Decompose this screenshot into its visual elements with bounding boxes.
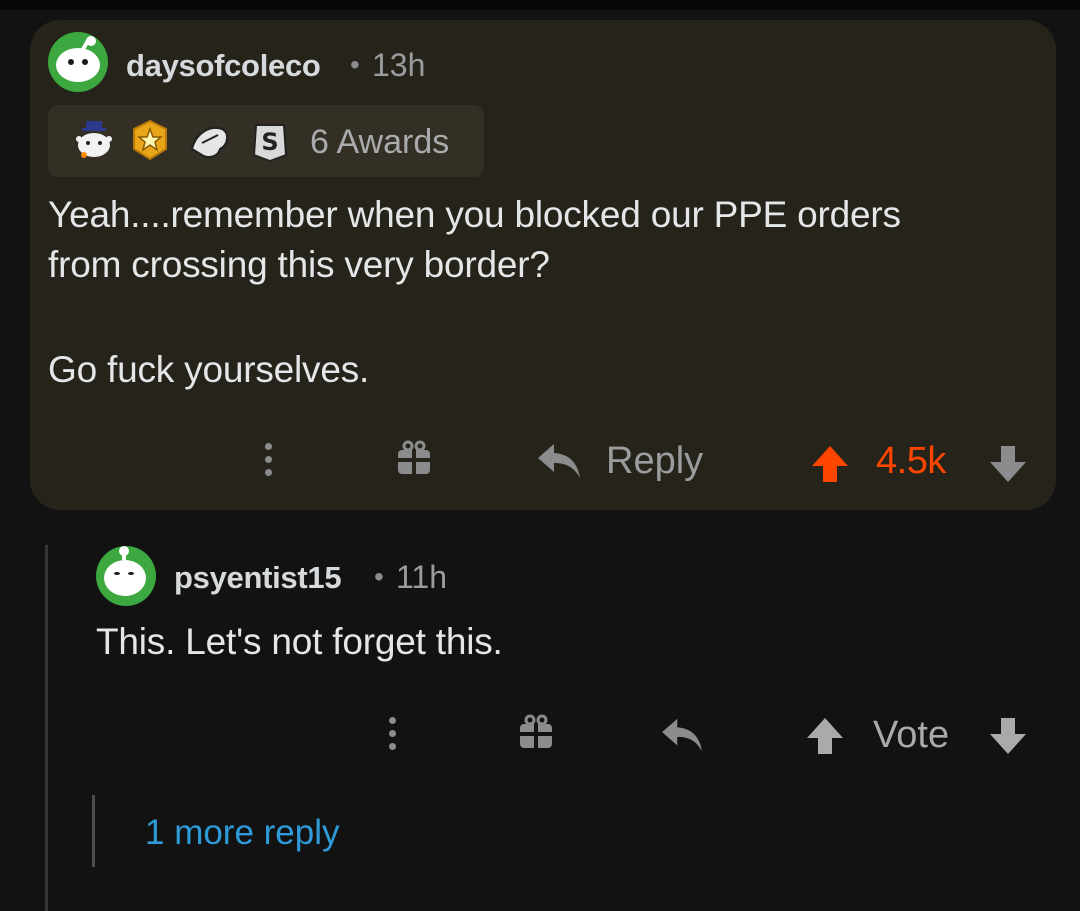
awards-count: 6 Awards — [310, 123, 450, 161]
user-avatar[interactable] — [48, 32, 108, 92]
comment-timestamp: 13h — [372, 47, 426, 83]
meta-separator: • — [350, 49, 360, 80]
awards-bar[interactable]: S 6 Awards — [48, 105, 484, 177]
silver-award-icon: S — [252, 124, 288, 163]
reply-arrow-icon[interactable] — [536, 442, 582, 480]
comment-author[interactable]: daysofcoleco — [126, 48, 321, 84]
svg-text:S: S — [261, 128, 278, 156]
comment-body-line: Yeah....remember when you blocked our PP… — [48, 194, 901, 235]
comment-body-line: Go fuck yourselves. — [48, 349, 370, 390]
gift-icon[interactable] — [396, 440, 432, 476]
comment-body-line: from crossing this very border? — [48, 244, 550, 285]
more-options-icon[interactable] — [389, 717, 396, 756]
wholesome-award-icon — [76, 121, 112, 158]
upvote-arrow-icon[interactable] — [805, 716, 845, 756]
thread-line[interactable] — [45, 545, 48, 911]
highlighted-comment: daysofcoleco • 13h S 6 Awards Yeah....re… — [30, 20, 1056, 510]
status-bar-strip — [0, 0, 1080, 10]
comment-body: This. Let's not forget this. — [96, 621, 503, 662]
meta-separator: • — [374, 561, 384, 592]
more-replies-link[interactable]: 1 more reply — [145, 813, 340, 853]
downvote-arrow-icon[interactable] — [988, 444, 1028, 484]
helpful-hand-award-icon — [190, 127, 228, 158]
vote-score: 4.5k — [876, 440, 946, 482]
reply-button[interactable]: Reply — [606, 440, 703, 483]
gift-icon[interactable] — [518, 714, 554, 750]
reply-arrow-icon[interactable] — [660, 717, 704, 753]
user-avatar[interactable] — [96, 546, 156, 606]
upvote-arrow-icon[interactable] — [810, 444, 850, 484]
vote-label: Vote — [873, 714, 950, 756]
comment-author[interactable]: psyentist15 — [174, 560, 342, 596]
downvote-arrow-icon[interactable] — [988, 716, 1028, 756]
nested-thread-line[interactable] — [92, 795, 95, 867]
comment-timestamp: 11h — [396, 559, 448, 595]
gold-award-icon — [133, 119, 167, 161]
more-options-icon[interactable] — [265, 443, 272, 482]
